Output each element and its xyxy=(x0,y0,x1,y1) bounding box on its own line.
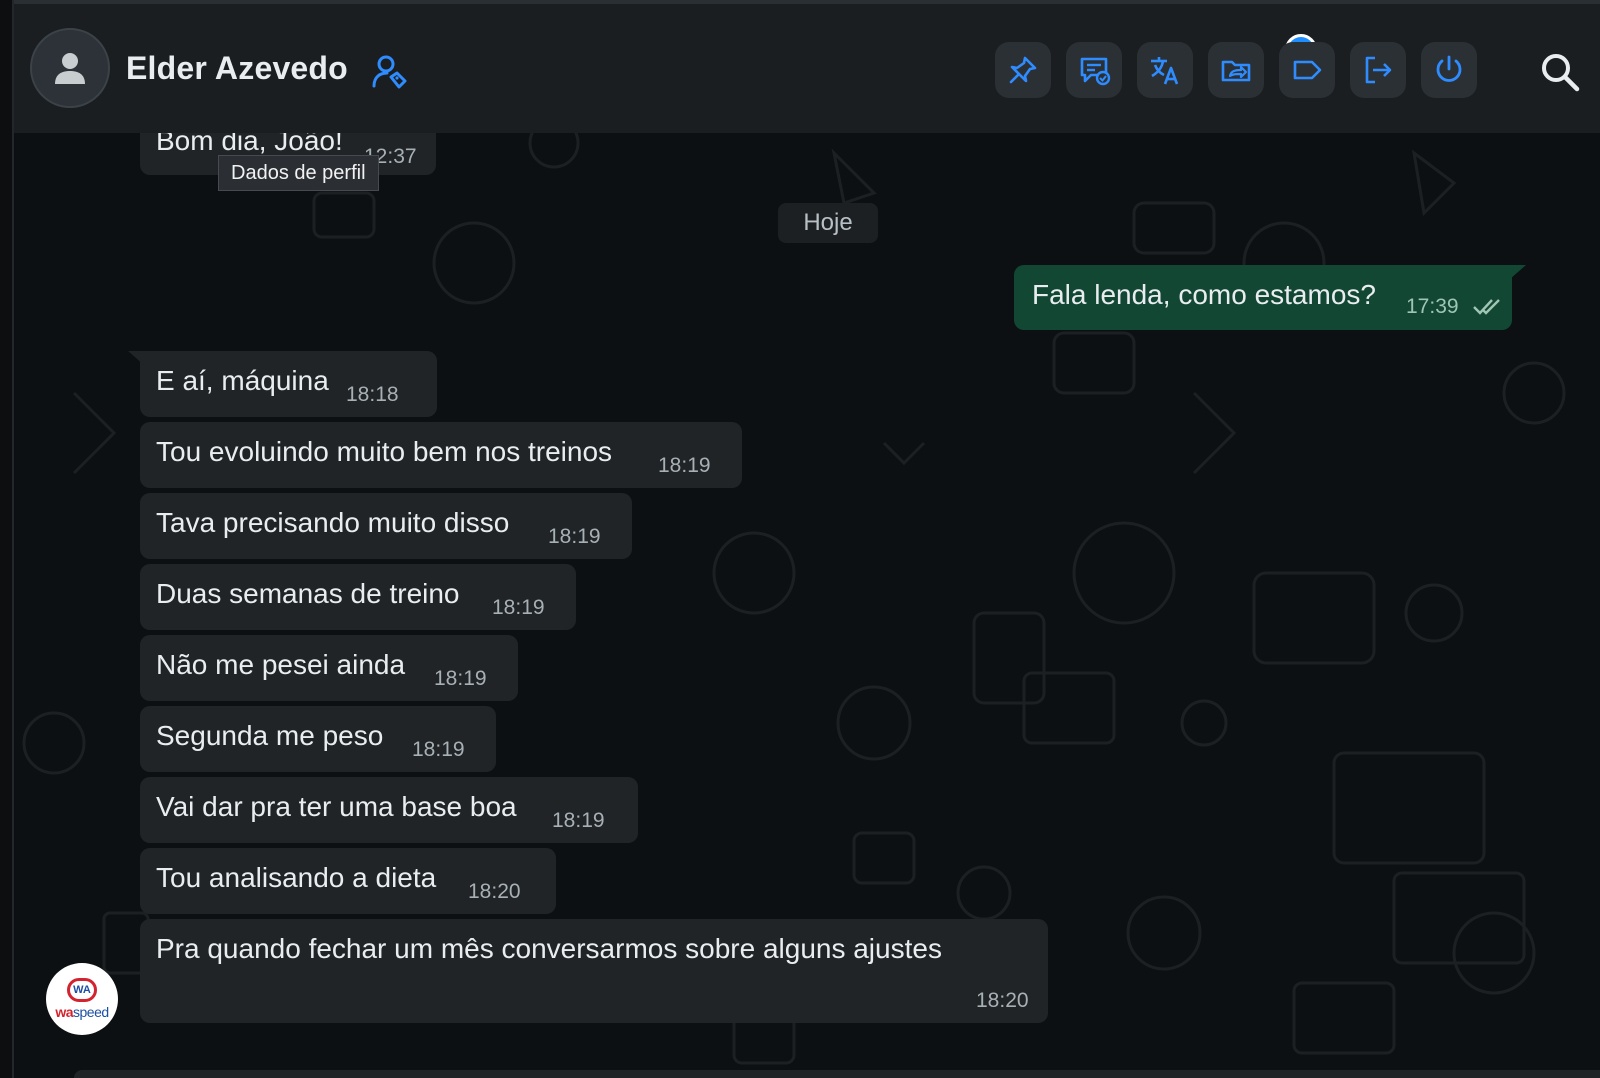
message-time: 18:19 xyxy=(548,525,601,548)
contact-avatar[interactable] xyxy=(30,28,110,108)
message-bubble-in[interactable]: Tava precisando muito disso 18:19 xyxy=(140,493,632,559)
waspeed-word-a: wa xyxy=(55,1004,74,1020)
message-time: 18:19 xyxy=(412,738,465,761)
chat-header: Elder Azevedo xyxy=(14,0,1600,133)
power-button[interactable] xyxy=(1421,42,1477,98)
search-icon[interactable] xyxy=(1538,50,1582,94)
message-bubble-in[interactable]: Vai dar pra ter uma base boa 18:19 xyxy=(140,777,638,843)
message-time: 18:19 xyxy=(658,454,711,477)
label-button[interactable] xyxy=(1279,42,1335,98)
read-receipt-icon xyxy=(1473,299,1500,315)
message-text: Bom dia, João! xyxy=(156,133,343,156)
message-text: Não me pesei ainda xyxy=(156,649,406,680)
message-time: 18:19 xyxy=(492,596,545,619)
exit-button[interactable] xyxy=(1350,42,1406,98)
message-time: 18:20 xyxy=(468,880,521,903)
exit-icon xyxy=(1365,56,1392,84)
contact-profile-tag-icon[interactable] xyxy=(370,52,410,92)
message-bubble-in[interactable]: Pra quando fechar um mês conversarmos so… xyxy=(140,919,1048,1023)
message-text: Segunda me peso xyxy=(156,720,384,751)
message-text: Pra quando fechar um mês conversarmos so… xyxy=(156,933,942,964)
message-time: 18:19 xyxy=(552,809,605,832)
message-bubble-in[interactable]: Duas semanas de treino 18:19 xyxy=(140,564,576,630)
message-status-button[interactable] xyxy=(1066,42,1122,98)
message-bubble-in[interactable]: E aí, máquina 18:18 xyxy=(140,351,437,417)
message-text: Tava precisando muito disso xyxy=(156,507,510,538)
message-text: Tou evoluindo muito bem nos treinos xyxy=(156,436,613,467)
whatsapp-chat-window: Elder Azevedo Bom dia, João! 12:37 Hoje … xyxy=(0,0,1600,1078)
message-text: Fala lenda, como estamos? xyxy=(1032,279,1376,310)
message-time: 18:18 xyxy=(346,383,399,406)
message-time: 17:39 xyxy=(1406,295,1459,318)
default-user-icon xyxy=(55,53,85,84)
forward-folder-icon xyxy=(1221,60,1251,82)
power-icon xyxy=(1436,55,1462,82)
message-list[interactable]: Bom dia, João! 12:37 Hoje Fala lenda, co… xyxy=(14,133,1600,1078)
forward-folder-button[interactable] xyxy=(1208,42,1264,98)
message-text: Tou analisando a dieta xyxy=(156,862,437,893)
message-bubble-in[interactable]: Segunda me peso 18:19 xyxy=(140,706,496,772)
waspeed-chat-icon: WA xyxy=(67,978,97,1002)
message-bubble-in[interactable]: Tou evoluindo muito bem nos treinos 18:1… xyxy=(140,422,742,488)
profile-data-tooltip: Dados de perfil xyxy=(218,155,379,191)
waspeed-word-b: speed xyxy=(73,1004,109,1020)
message-text: Vai dar pra ter uma base boa xyxy=(156,791,517,822)
date-separator: Hoje xyxy=(778,203,878,243)
message-time: 18:20 xyxy=(976,989,1029,1012)
message-bubble-out[interactable]: Fala lenda, como estamos? 17:39 xyxy=(1014,265,1512,330)
composer-edge xyxy=(74,1070,1600,1078)
message-time: 18:19 xyxy=(434,667,487,690)
message-text: E aí, máquina xyxy=(156,365,329,396)
bubble-tail xyxy=(1510,265,1526,279)
message-bubble-in[interactable]: Não me pesei ainda 18:19 xyxy=(140,635,518,701)
pin-icon xyxy=(1009,56,1037,84)
waspeed-wordmark: waspeed xyxy=(55,1004,109,1020)
message-status-icon xyxy=(1080,57,1111,86)
contact-name[interactable]: Elder Azevedo xyxy=(126,50,348,87)
translate-button[interactable] xyxy=(1137,42,1193,98)
label-icon xyxy=(1293,60,1322,80)
waspeed-logo-button[interactable]: WA waspeed xyxy=(46,963,118,1035)
message-bubble-in[interactable]: Tou analisando a dieta 18:20 xyxy=(140,848,556,914)
translate-icon xyxy=(1151,57,1179,85)
pin-button[interactable] xyxy=(995,42,1051,98)
message-text: Duas semanas de treino xyxy=(156,578,460,609)
